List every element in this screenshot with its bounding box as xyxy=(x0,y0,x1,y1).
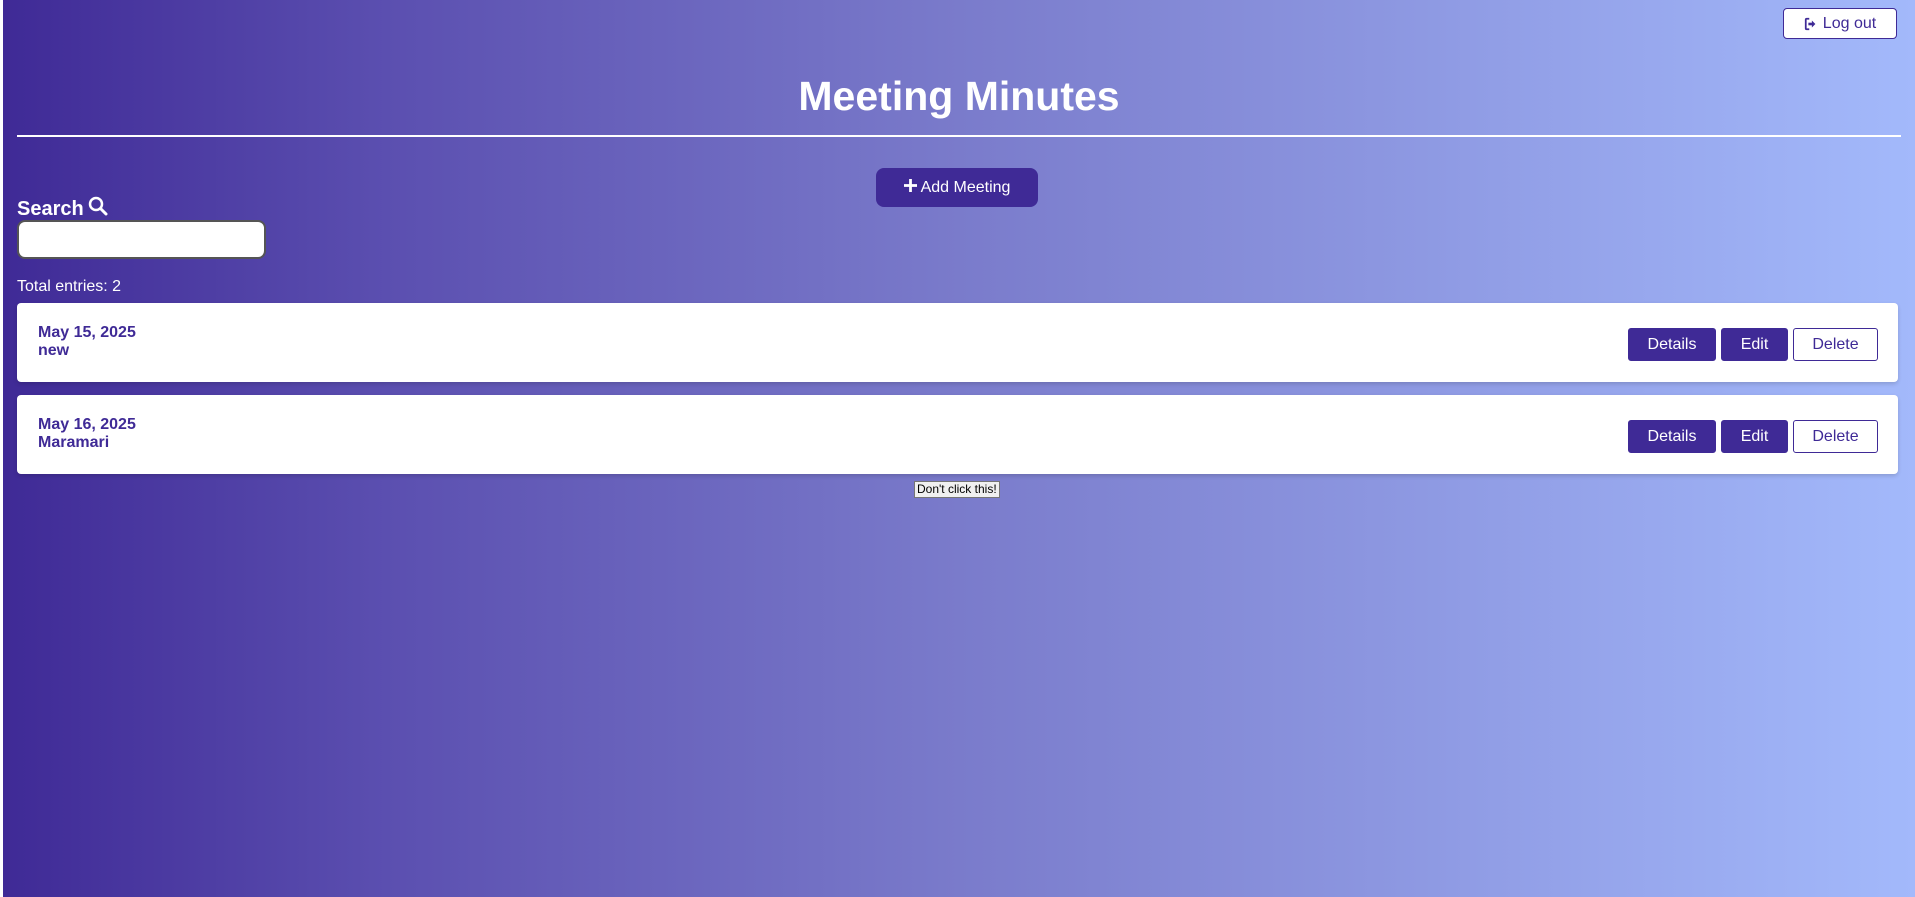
plus-icon xyxy=(903,178,917,197)
search-label-text: Search xyxy=(17,197,84,220)
page-title: Meeting Minutes xyxy=(798,73,1120,119)
page-background: Log out Meeting Minutes Add Meeting Sear… xyxy=(3,0,1915,897)
entry-date: May 15, 2025 xyxy=(38,324,136,341)
add-meeting-label: Add Meeting xyxy=(920,178,1011,196)
logout-button[interactable]: Log out xyxy=(1783,8,1897,39)
title-divider xyxy=(17,135,1901,137)
delete-button[interactable]: Delete xyxy=(1793,420,1878,453)
entry-info: May 16, 2025 Maramari xyxy=(38,416,136,452)
details-button[interactable]: Details xyxy=(1628,328,1716,361)
edit-button[interactable]: Edit xyxy=(1721,420,1788,453)
entry-name: Maramari xyxy=(38,434,110,451)
add-meeting-button[interactable]: Add Meeting xyxy=(876,168,1038,207)
total-entries-count: Total entries: 2 xyxy=(17,278,122,295)
search-input[interactable] xyxy=(17,220,266,259)
search-icon xyxy=(88,196,108,222)
delete-button[interactable]: Delete xyxy=(1793,328,1878,361)
entry-date: May 16, 2025 xyxy=(38,416,136,433)
dont-click-button[interactable]: Don't click this! xyxy=(914,481,1000,498)
logout-label: Log out xyxy=(1822,14,1877,32)
list-item: May 16, 2025 Maramari Details Edit Delet… xyxy=(17,395,1898,474)
edit-button[interactable]: Edit xyxy=(1721,328,1788,361)
list-item: May 15, 2025 new Details Edit Delete xyxy=(17,303,1898,382)
entry-name: new xyxy=(38,342,70,359)
sign-out-icon xyxy=(1804,17,1818,31)
entry-actions: Details Edit Delete xyxy=(1628,420,1878,453)
details-button[interactable]: Details xyxy=(1628,420,1716,453)
search-label: Search xyxy=(17,196,108,222)
entry-actions: Details Edit Delete xyxy=(1628,328,1878,361)
entry-info: May 15, 2025 new xyxy=(38,324,136,360)
